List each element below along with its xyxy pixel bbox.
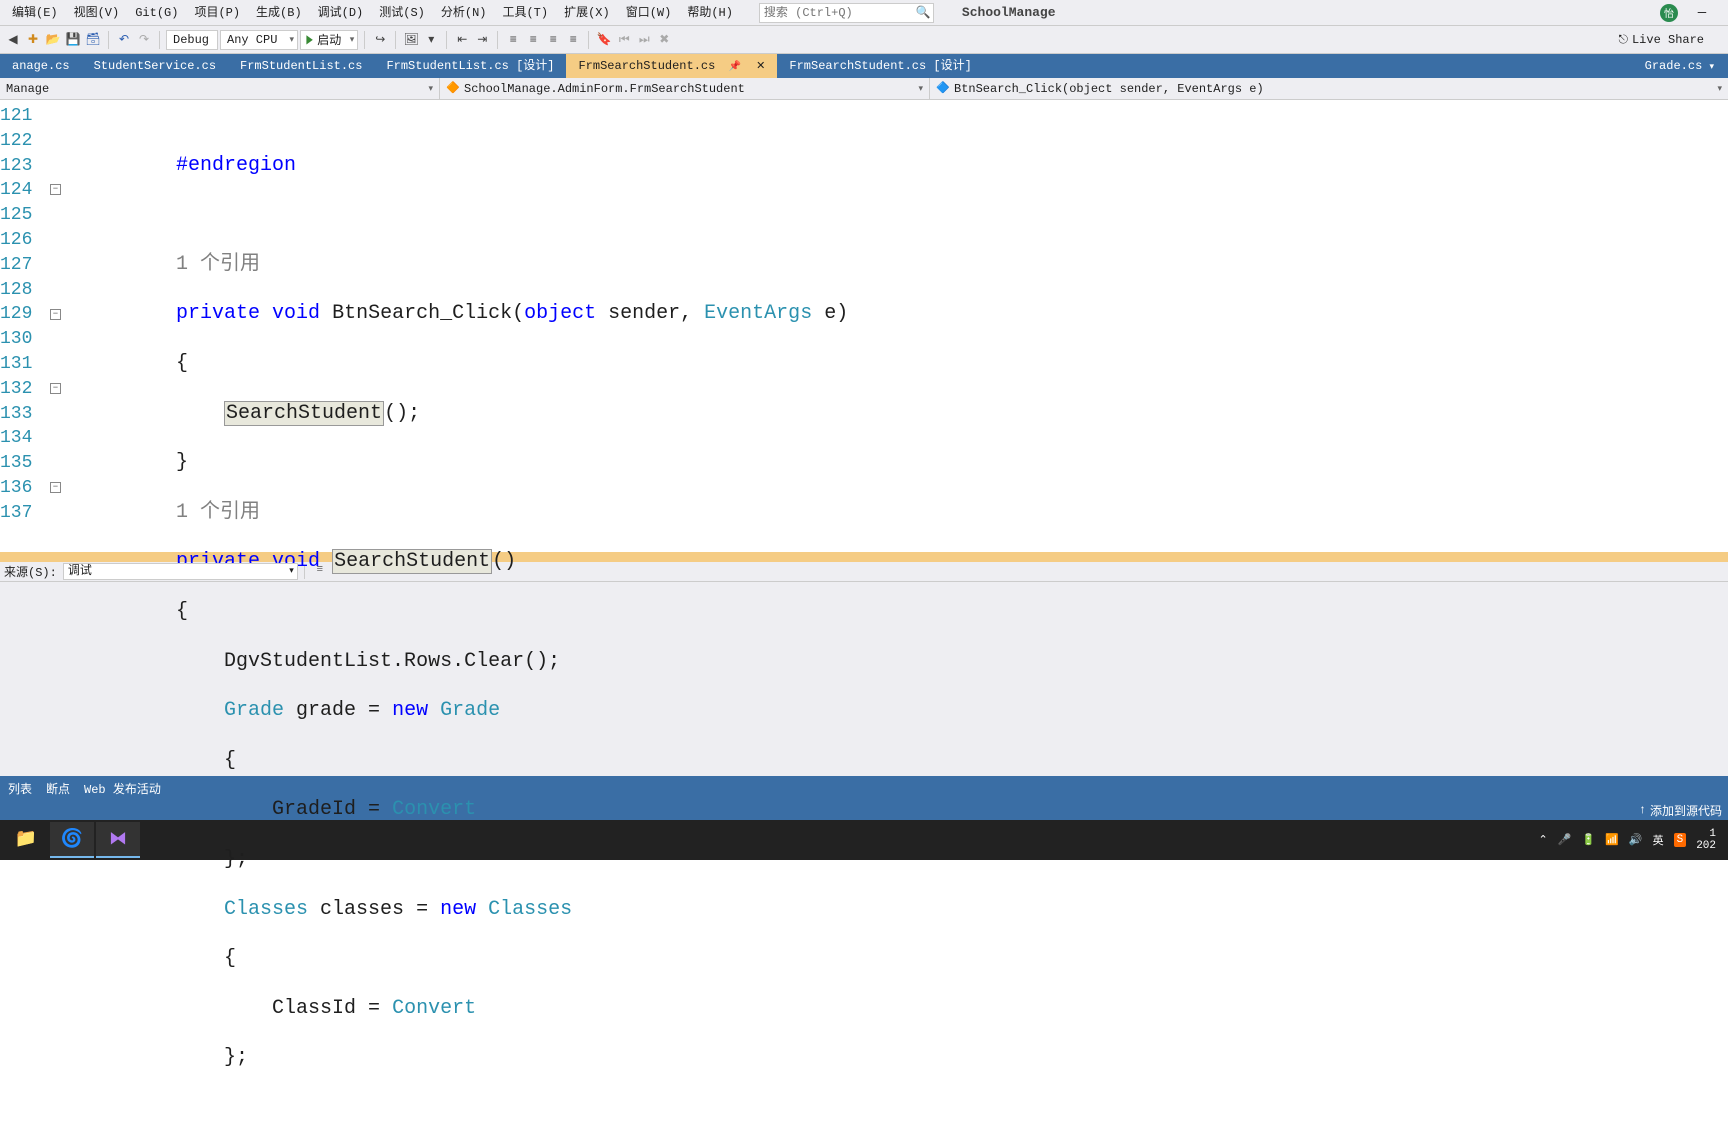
menu-bar: 编辑(E) 视图(V) Git(G) 项目(P) 生成(B) 调试(D) 测试(…: [0, 0, 1728, 26]
tab-frmstudentlist[interactable]: FrmStudentList.cs: [228, 54, 374, 78]
indent-right-icon[interactable]: ⇥: [473, 31, 491, 49]
global-search[interactable]: 🔍: [759, 3, 934, 23]
save-all-icon[interactable]: 🗃: [84, 31, 102, 49]
nav-back-icon[interactable]: ◀: [4, 31, 22, 49]
chevron-down-icon: ▾: [1717, 78, 1722, 100]
minimize-button[interactable]: —: [1688, 5, 1716, 21]
indent-icon[interactable]: ≡: [524, 31, 542, 49]
crumb-class[interactable]: 🔶SchoolManage.AdminForm.FrmSearchStudent…: [440, 78, 930, 100]
prev-bookmark-icon[interactable]: ⏮: [615, 31, 633, 49]
menu-edit[interactable]: 编辑(E): [4, 0, 66, 26]
tab-errorlist[interactable]: 列表: [8, 780, 32, 797]
undo-icon[interactable]: ↶: [115, 31, 133, 49]
menu-view[interactable]: 视图(V): [66, 0, 128, 26]
uncomment-icon[interactable]: ≡: [564, 31, 582, 49]
tab-frmsearchstudent-design[interactable]: FrmSearchStudent.cs [设计]: [777, 54, 983, 78]
start-debug-button[interactable]: ▶启动: [300, 30, 358, 50]
method-icon: 🔷: [936, 82, 950, 96]
config-dropdown[interactable]: Debug: [166, 30, 218, 50]
menu-test[interactable]: 测试(S): [371, 0, 433, 26]
chevron-down-icon: ▾: [918, 78, 923, 100]
clear-bookmarks-icon[interactable]: ✖: [655, 31, 673, 49]
class-icon: 🔶: [446, 82, 460, 96]
menu-git[interactable]: Git(G): [127, 0, 186, 26]
open-icon[interactable]: 📂: [44, 31, 62, 49]
close-icon[interactable]: ✕: [756, 61, 765, 73]
indent-left-icon[interactable]: ⇤: [453, 31, 471, 49]
tab-breakpoints[interactable]: 断点: [46, 780, 70, 797]
redo-icon[interactable]: ↷: [135, 31, 153, 49]
taskbar-explorer[interactable]: 📁: [4, 822, 48, 858]
code-editor[interactable]: 121122 123124125 126 127 128129130 13113…: [0, 100, 1728, 552]
tab-grade[interactable]: Grade.cs ▾: [1635, 54, 1724, 78]
main-toolbar: ◀ ✚ 📂 💾 🗃 ↶ ↷ Debug Any CPU ▶启动 ↪ 🖼 ▾ ⇤ …: [0, 26, 1728, 54]
tab-anage[interactable]: anage.cs: [0, 54, 82, 78]
crumb-project[interactable]: Manage▾: [0, 78, 440, 100]
output-source-dropdown[interactable]: 调试: [63, 563, 298, 580]
line-numbers: 121122 123124125 126 127 128129130 13113…: [0, 100, 36, 552]
menu-analyze[interactable]: 分析(N): [433, 0, 495, 26]
tab-studentservice[interactable]: StudentService.cs: [82, 54, 228, 78]
output-source-label: 来源(S):: [4, 563, 57, 580]
folder-icon: 📁: [15, 828, 37, 850]
navigation-bar: Manage▾ 🔶SchoolManage.AdminForm.FrmSearc…: [0, 78, 1728, 100]
editor-tab-bar: anage.cs StudentService.cs FrmStudentLis…: [0, 54, 1728, 78]
menu-tools[interactable]: 工具(T): [494, 0, 556, 26]
dropdown-icon[interactable]: ▾: [422, 31, 440, 49]
user-avatar[interactable]: 怡: [1660, 4, 1678, 22]
crumb-method[interactable]: 🔷BtnSearch_Click(object sender, EventArg…: [930, 78, 1728, 100]
new-item-icon[interactable]: ✚: [24, 31, 42, 49]
fold-column: − − − −: [36, 100, 80, 552]
platform-dropdown[interactable]: Any CPU: [220, 30, 298, 50]
next-bookmark-icon[interactable]: ⏭: [635, 31, 653, 49]
menu-extensions[interactable]: 扩展(X): [556, 0, 618, 26]
search-icon: 🔍: [916, 5, 931, 20]
liveshare-icon: ⎋: [1618, 33, 1628, 47]
menu-window[interactable]: 窗口(W): [618, 0, 680, 26]
menu-help[interactable]: 帮助(H): [679, 0, 741, 26]
save-icon[interactable]: 💾: [64, 31, 82, 49]
pin-icon[interactable]: 📌: [729, 62, 741, 73]
menu-debug[interactable]: 调试(D): [310, 0, 372, 26]
img-icon[interactable]: 🖼: [402, 31, 420, 49]
search-input[interactable]: [764, 6, 916, 20]
play-icon: ▶: [306, 32, 312, 47]
tab-frmstudentlist-design[interactable]: FrmStudentList.cs [设计]: [374, 54, 566, 78]
fold-toggle[interactable]: −: [50, 482, 61, 493]
chevron-down-icon: ▾: [428, 78, 433, 100]
fold-toggle[interactable]: −: [50, 383, 61, 394]
menu-build[interactable]: 生成(B): [248, 0, 310, 26]
outdent-icon[interactable]: ≡: [504, 31, 522, 49]
comment-icon[interactable]: ≡: [544, 31, 562, 49]
tab-frmsearchstudent[interactable]: FrmSearchStudent.cs 📌 ✕: [566, 54, 777, 78]
code-content[interactable]: #endregion 1 个引用 private void BtnSearch_…: [80, 100, 1728, 552]
fold-toggle[interactable]: −: [50, 309, 61, 320]
live-share[interactable]: ⎋ Live Share: [1618, 33, 1724, 47]
fold-toggle[interactable]: −: [50, 184, 61, 195]
solution-name: SchoolManage: [962, 5, 1056, 20]
bookmark-icon[interactable]: 🔖: [595, 31, 613, 49]
step-icon[interactable]: ↪: [371, 31, 389, 49]
menu-project[interactable]: 项目(P): [186, 0, 248, 26]
